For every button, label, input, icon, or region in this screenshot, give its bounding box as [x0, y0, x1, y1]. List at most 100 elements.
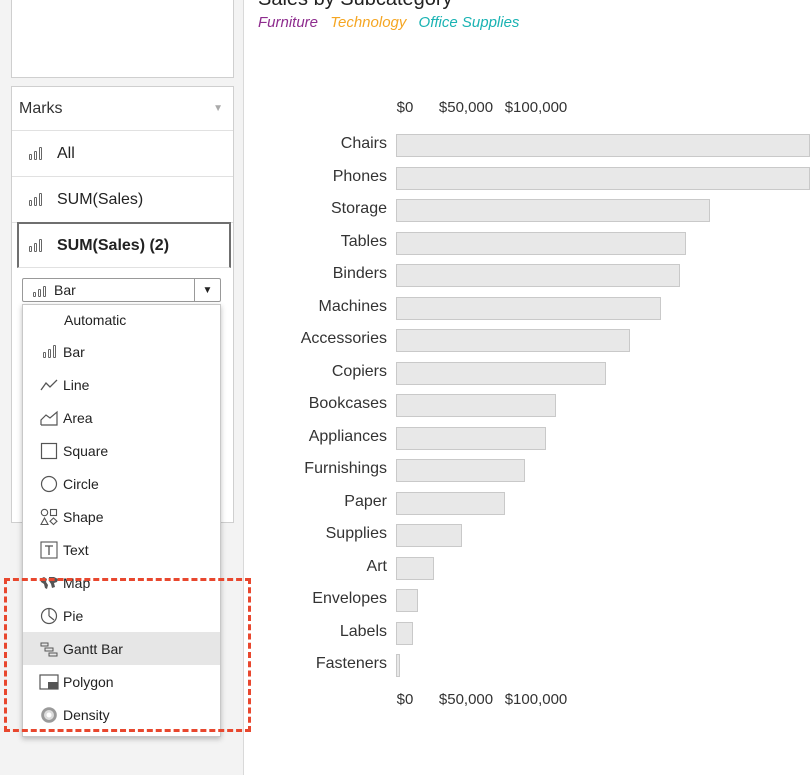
category-label: Machines	[318, 297, 387, 315]
mark-type-menu: Automatic Bar Line Area Square Circle Sh…	[22, 304, 221, 737]
bar-machines[interactable]	[396, 296, 661, 320]
menu-item-shape[interactable]: Shape	[23, 500, 220, 533]
bar-chairs[interactable]	[396, 134, 810, 157]
menu-item-square[interactable]: Square	[23, 434, 220, 467]
menu-item-label: Automatic	[64, 312, 127, 328]
bar-tables[interactable]	[396, 231, 686, 255]
bar-storage[interactable]	[396, 199, 710, 222]
marks-row-sum-sales[interactable]: SUM(Sales)	[12, 177, 233, 223]
density-icon	[39, 706, 59, 724]
bar-phones[interactable]	[396, 166, 810, 190]
polygon-icon	[39, 673, 59, 691]
bar-supplies[interactable]	[396, 524, 462, 547]
circle-icon	[39, 475, 59, 493]
bar-copiers[interactable]	[396, 361, 606, 385]
menu-item-label: Bar	[63, 343, 85, 360]
category-label: Paper	[344, 492, 387, 510]
menu-item-map[interactable]: Map	[23, 566, 220, 599]
menu-item-label: Gantt Bar	[63, 640, 123, 657]
text-icon	[39, 540, 59, 559]
marks-row-sum-sales-2[interactable]: SUM(Sales) (2)	[17, 222, 231, 268]
category-label: Labels	[339, 622, 387, 640]
menu-item-automatic[interactable]: Automatic	[23, 305, 220, 335]
bar-chart-icon	[29, 239, 42, 252]
legend-item-office-supplies[interactable]: Office Supplies	[419, 14, 520, 31]
menu-item-label: Text	[63, 541, 89, 558]
marks-row-label: SUM(Sales)	[57, 190, 144, 208]
menu-item-label: Pie	[63, 607, 84, 624]
marks-row-label: All	[57, 144, 75, 162]
pie-icon	[39, 607, 59, 625]
bar-envelopes[interactable]	[396, 589, 419, 612]
category-label: Copiers	[331, 362, 387, 380]
menu-item-pie[interactable]: Pie	[23, 599, 220, 632]
bar-appliances[interactable]	[396, 426, 546, 450]
menu-item-density[interactable]: Density	[23, 698, 220, 731]
menu-item-area[interactable]: Area	[23, 401, 220, 434]
menu-item-bar[interactable]: Bar	[23, 335, 220, 368]
top-axis-tick-label: $0	[396, 99, 414, 116]
category-label: Supplies	[325, 525, 387, 542]
category-label: Fasteners	[315, 655, 387, 672]
menu-item-label: Polygon	[63, 673, 114, 690]
marks-row-label: SUM(Sales) (2)	[57, 236, 170, 254]
top-axis-tick-label: $50,000	[438, 99, 494, 116]
category-label: Tables	[340, 232, 387, 250]
category-label: Binders	[332, 265, 387, 282]
gantt-bar-icon	[39, 640, 59, 658]
menu-item-gantt-bar[interactable]: Gantt Bar	[23, 632, 220, 665]
bar-icon	[39, 343, 59, 361]
menu-item-label: Density	[63, 706, 110, 723]
dropdown-arrow-icon[interactable]: ▼	[194, 279, 220, 301]
menu-item-text[interactable]: Text	[23, 533, 220, 566]
category-label: Furnishings	[304, 460, 387, 477]
filters-card	[11, 0, 234, 78]
category-label: Appliances	[308, 427, 387, 445]
bar-bookcases[interactable]	[396, 394, 556, 417]
sheet-title: Sales by Subcategory	[258, 0, 453, 11]
category-label: Bookcases	[308, 395, 387, 412]
legend-item-furniture[interactable]: Furniture	[258, 14, 318, 31]
chevron-down-icon[interactable]: ▼	[213, 103, 223, 114]
bar-binders[interactable]	[396, 264, 681, 287]
area-icon	[39, 409, 59, 427]
menu-item-line[interactable]: Line	[23, 368, 220, 401]
square-icon	[39, 442, 59, 460]
shape-icon	[39, 508, 59, 526]
legend-item-technology[interactable]: Technology	[330, 14, 406, 31]
category-label: Envelopes	[312, 590, 387, 607]
bottom-axis-tick-label: $0	[396, 691, 414, 708]
marks-title: Marks	[19, 99, 63, 117]
menu-item-label: Square	[63, 442, 109, 459]
menu-item-label: Shape	[63, 508, 104, 525]
bar-accessories[interactable]	[396, 329, 630, 352]
marks-header[interactable]: Marks ▼	[12, 87, 233, 131]
menu-item-circle[interactable]: Circle	[23, 467, 220, 500]
menu-item-label: Map	[63, 574, 91, 591]
map-icon	[39, 574, 59, 592]
bar-chart-icon	[33, 284, 46, 297]
top-axis-tick-label: $100,000	[504, 99, 568, 116]
color-legend: Furniture Technology Office Supplies	[258, 14, 527, 31]
menu-item-label: Circle	[63, 475, 99, 492]
bar-paper[interactable]	[396, 491, 506, 515]
mark-type-selected: Bar	[54, 282, 76, 298]
mark-type-select[interactable]: Bar ▼	[22, 278, 221, 302]
bottom-axis-tick-label: $100,000	[504, 691, 568, 708]
bar-labels[interactable]	[396, 621, 413, 645]
bar-chart-icon	[29, 147, 42, 160]
menu-item-label: Line	[63, 376, 90, 393]
menu-item-label: Area	[63, 409, 93, 426]
bar-fasteners[interactable]	[396, 654, 401, 677]
menu-item-polygon[interactable]: Polygon	[23, 665, 220, 698]
marks-row-all[interactable]: All	[12, 131, 233, 177]
bar-chart-icon	[29, 193, 42, 206]
category-label: Phones	[332, 167, 387, 185]
category-label: Art	[366, 557, 387, 575]
bar-art[interactable]	[396, 556, 434, 580]
bottom-axis-tick-label: $50,000	[438, 691, 494, 708]
category-label: Chairs	[340, 135, 387, 152]
bar-furnishings[interactable]	[396, 459, 525, 482]
category-label: Accessories	[300, 330, 387, 347]
category-label: Storage	[330, 200, 387, 217]
